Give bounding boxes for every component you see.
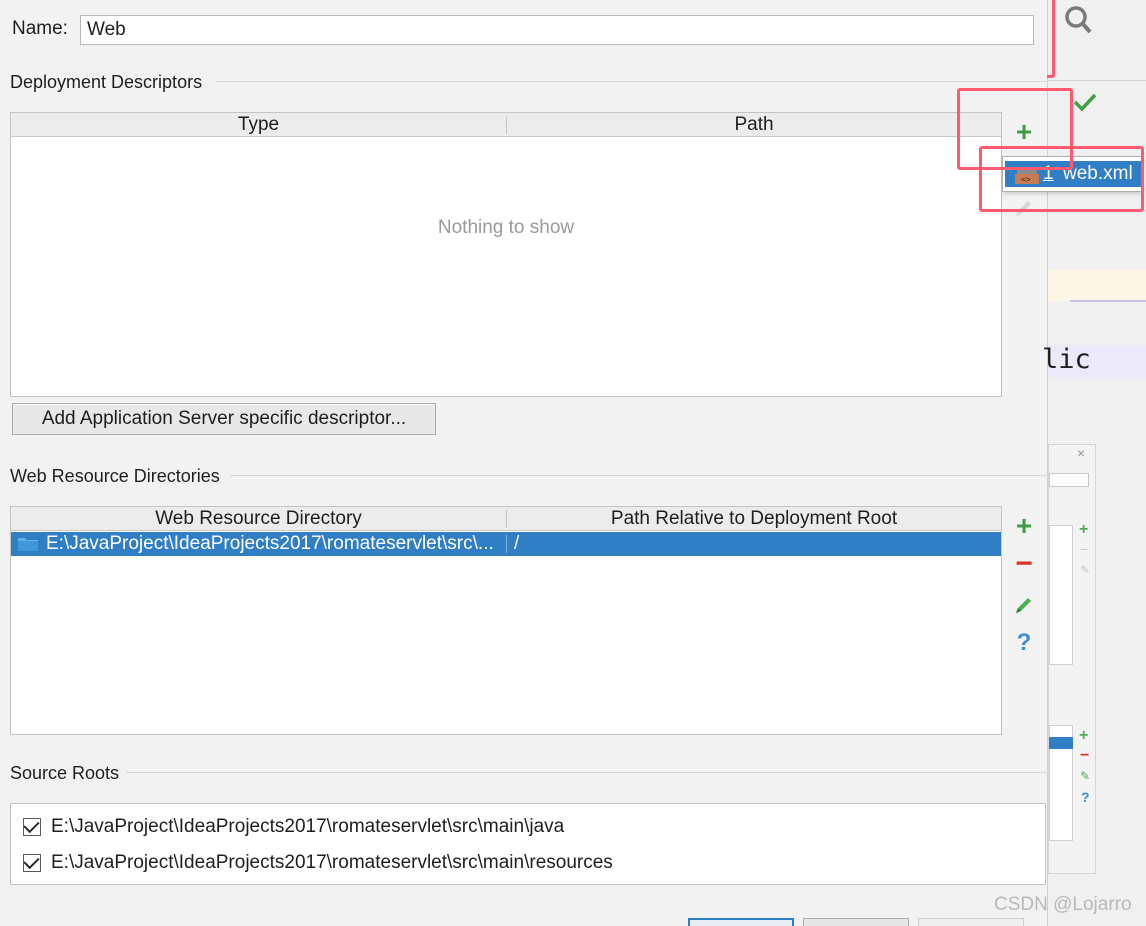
remove-web-resource-button[interactable]: − — [1010, 549, 1038, 580]
edit-icon: ✎ — [1080, 769, 1091, 783]
relative-path-cell: / — [514, 533, 520, 554]
section-separator — [216, 81, 1046, 82]
search-icon — [1056, 2, 1100, 42]
checkmark-icon — [1072, 90, 1098, 116]
add-icon: + — [1079, 521, 1089, 538]
code-highlight — [1048, 270, 1146, 302]
annotation-highlight — [979, 146, 1144, 212]
source-root-path: E:\JavaProject\IdeaProjects2017\romatese… — [51, 852, 613, 873]
add-web-resource-button[interactable]: + — [1010, 512, 1038, 540]
folder-icon — [17, 536, 39, 552]
list-item[interactable]: E:\JavaProject\IdeaProjects2017\romatese… — [21, 850, 1021, 876]
background-dialog: × + − ✎ + − ✎ ? — [1048, 444, 1096, 874]
edit-web-resource-icon[interactable] — [1011, 592, 1037, 618]
code-underline — [1070, 300, 1146, 302]
name-label: Name: — [12, 18, 68, 39]
empty-table-text: Nothing to show — [437, 217, 575, 238]
ok-button[interactable] — [688, 918, 794, 926]
facet-settings-dialog: Name: Web Deployment Descriptors Type Pa… — [0, 0, 1047, 926]
list-item[interactable]: E:\JavaProject\IdeaProjects2017\romatese… — [21, 814, 1021, 840]
web-resource-directory-cell: E:\JavaProject\IdeaProjects2017\romatese… — [46, 533, 494, 554]
source-root-checkbox[interactable] — [23, 816, 41, 836]
deployment-descriptors-table[interactable]: Type Path Nothing to show — [10, 112, 1002, 397]
help-icon: ? — [1081, 789, 1090, 805]
section-separator — [230, 475, 1046, 476]
bg-table — [1049, 525, 1073, 665]
remove-icon: − — [1080, 541, 1089, 557]
source-root-checkbox[interactable] — [23, 852, 41, 872]
web-resource-directories-title: Web Resource Directories — [10, 466, 220, 486]
bg-textfield — [1049, 473, 1089, 487]
name-input[interactable]: Web — [80, 15, 1034, 45]
column-header-relative-path[interactable]: Path Relative to Deployment Root — [507, 507, 1001, 531]
watermark: CSDN @Lojarro — [994, 894, 1132, 915]
bg-selected-row — [1049, 737, 1073, 749]
table-header: Type Path — [11, 113, 1001, 137]
source-root-path: E:\JavaProject\IdeaProjects2017\romatese… — [51, 816, 565, 837]
add-server-descriptor-button[interactable]: Add Application Server specific descript… — [12, 403, 436, 435]
help-icon[interactable]: ? — [1010, 629, 1038, 657]
code-fragment: lic — [1042, 344, 1091, 375]
table-row[interactable]: E:\JavaProject\IdeaProjects2017\romatese… — [11, 532, 1001, 556]
table-header: Web Resource Directory Path Relative to … — [11, 507, 1001, 531]
apply-button[interactable] — [918, 918, 1024, 926]
edit-icon: ✎ — [1080, 563, 1091, 577]
column-header-path[interactable]: Path — [507, 113, 1001, 137]
column-header-type[interactable]: Type — [11, 113, 506, 137]
cancel-button[interactable] — [803, 918, 909, 926]
divider — [1048, 80, 1146, 81]
annotation-highlight — [1047, 0, 1055, 78]
add-icon: + — [1079, 727, 1089, 744]
close-icon: × — [1077, 445, 1086, 461]
source-roots-title: Source Roots — [10, 763, 120, 783]
column-divider — [506, 535, 507, 553]
source-roots-list: E:\JavaProject\IdeaProjects2017\romatese… — [10, 803, 1046, 885]
web-resource-directories-table[interactable]: Web Resource Directory Path Relative to … — [10, 506, 1002, 735]
section-separator — [126, 772, 1046, 773]
remove-icon: − — [1080, 747, 1090, 764]
deployment-descriptors-title: Deployment Descriptors — [10, 72, 203, 92]
column-header-web-resource-directory[interactable]: Web Resource Directory — [11, 507, 506, 531]
